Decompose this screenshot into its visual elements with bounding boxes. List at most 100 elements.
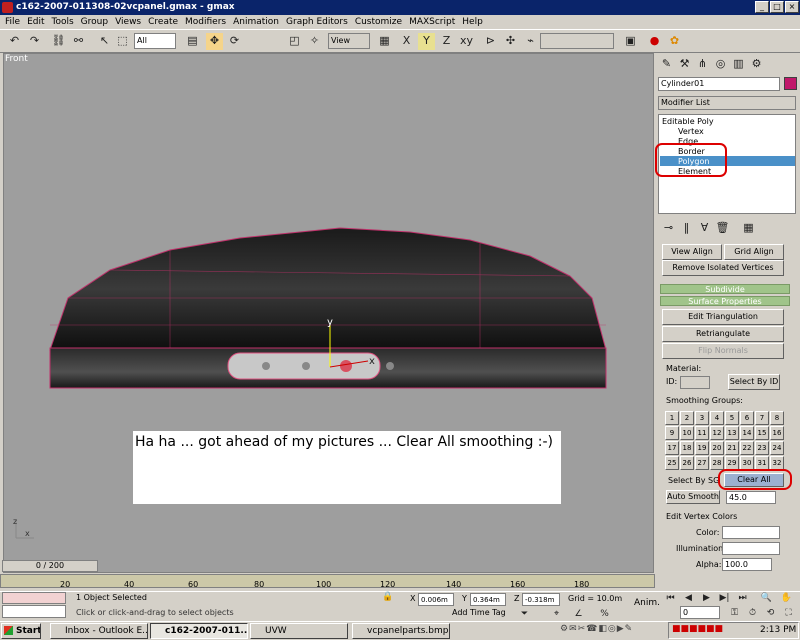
create-tab-icon[interactable]: ✎ bbox=[658, 56, 675, 73]
quick-launch-icons[interactable]: ⚙✉✂☎◧◎▶✎ bbox=[560, 624, 660, 638]
hierarchy-tab-icon[interactable]: ⋔ bbox=[694, 56, 711, 73]
subdivide-rollout[interactable]: Subdivide bbox=[660, 284, 790, 294]
rotate-icon[interactable]: ⟳ bbox=[226, 33, 243, 50]
select-arrow-icon[interactable]: ↖ bbox=[96, 33, 113, 50]
x-coord-field[interactable]: 0.006m bbox=[418, 593, 454, 606]
minimize-button[interactable]: _ bbox=[755, 1, 769, 13]
time-config-icon[interactable]: ⏱ bbox=[744, 605, 761, 618]
remove-modifier-icon[interactable]: 🗑 bbox=[714, 220, 731, 237]
menu-file[interactable]: File bbox=[2, 15, 24, 29]
z-axis-icon[interactable]: Z bbox=[438, 33, 455, 50]
sg-button-22[interactable]: 22 bbox=[740, 441, 754, 455]
select-by-id-button[interactable]: Select By ID bbox=[728, 374, 780, 390]
pin-stack-icon[interactable]: ⊸ bbox=[660, 220, 677, 237]
taskbar-item-outlook[interactable]: Inbox - Outlook E... bbox=[50, 623, 148, 639]
current-frame-field[interactable]: 0 bbox=[680, 606, 720, 619]
play-icon[interactable]: ▶ bbox=[698, 590, 715, 603]
configure-sets-icon[interactable]: ▦ bbox=[740, 220, 757, 237]
selection-filter-dropdown[interactable]: All bbox=[134, 33, 176, 49]
add-time-tag-button[interactable]: Add Time Tag bbox=[452, 608, 506, 617]
menu-graph-editors[interactable]: Graph Editors bbox=[283, 15, 352, 29]
y-axis-icon[interactable]: Y bbox=[418, 33, 435, 50]
sg-button-21[interactable]: 21 bbox=[725, 441, 739, 455]
viewport-label[interactable]: Front bbox=[5, 54, 28, 64]
move-icon[interactable]: ✥ bbox=[206, 33, 223, 50]
menu-tools[interactable]: Tools bbox=[49, 15, 78, 29]
y-coord-field[interactable]: 0.364m bbox=[470, 593, 506, 606]
pivot-icon[interactable]: ▦ bbox=[376, 33, 393, 50]
sg-button-25[interactable]: 25 bbox=[665, 456, 679, 470]
next-frame-icon[interactable]: ▶| bbox=[716, 590, 733, 603]
remove-isolated-vertices-button[interactable]: Remove Isolated Vertices bbox=[662, 260, 784, 276]
edit-triangulation-button[interactable]: Edit Triangulation bbox=[662, 309, 784, 325]
key-mode-icon[interactable]: ⚿ bbox=[726, 605, 743, 618]
illumination-color-swatch[interactable] bbox=[722, 542, 780, 555]
sg-button-28[interactable]: 28 bbox=[710, 456, 724, 470]
sg-button-16[interactable]: 16 bbox=[770, 426, 784, 440]
sg-button-8[interactable]: 8 bbox=[770, 411, 784, 425]
animate-button[interactable]: Anim. bbox=[634, 598, 660, 608]
ref-coord-dropdown[interactable]: View bbox=[328, 33, 370, 49]
sg-button-2[interactable]: 2 bbox=[680, 411, 694, 425]
lock-selection-icon[interactable]: 🔒 bbox=[382, 592, 393, 602]
sg-button-7[interactable]: 7 bbox=[755, 411, 769, 425]
z-coord-field[interactable]: -0.318m bbox=[522, 593, 560, 606]
maximize-viewport-icon[interactable]: ⛶ bbox=[780, 605, 797, 618]
x-axis-icon[interactable]: X bbox=[398, 33, 415, 50]
mirror-tool-icon[interactable]: ⊳ bbox=[482, 33, 499, 50]
vertex-color-swatch[interactable] bbox=[722, 526, 780, 539]
sg-button-17[interactable]: 17 bbox=[665, 441, 679, 455]
taskbar-item-uvw[interactable]: UVW bbox=[250, 623, 348, 639]
material-editor-icon[interactable]: ● bbox=[646, 33, 663, 50]
menu-edit[interactable]: Edit bbox=[24, 15, 48, 29]
time-tag-icon[interactable]: ⏷ bbox=[516, 606, 533, 619]
maximize-button[interactable]: □ bbox=[770, 1, 784, 13]
sg-button-20[interactable]: 20 bbox=[710, 441, 724, 455]
sg-button-9[interactable]: 9 bbox=[665, 426, 679, 440]
sg-button-30[interactable]: 30 bbox=[740, 456, 754, 470]
id-spinner[interactable] bbox=[680, 376, 710, 389]
sg-button-15[interactable]: 15 bbox=[755, 426, 769, 440]
link-icon[interactable]: ⛓ bbox=[50, 33, 67, 50]
align-icon[interactable]: ✣ bbox=[502, 33, 519, 50]
display-tab-icon[interactable]: ▥ bbox=[730, 56, 747, 73]
menu-help[interactable]: Help bbox=[459, 15, 487, 29]
sg-button-13[interactable]: 13 bbox=[725, 426, 739, 440]
stack-item-editable-poly[interactable]: Editable Poly bbox=[662, 117, 714, 126]
menu-views[interactable]: Views bbox=[112, 15, 145, 29]
sg-button-31[interactable]: 31 bbox=[755, 456, 769, 470]
orbit-icon[interactable]: ⟲ bbox=[762, 605, 779, 618]
auto-smooth-spinner[interactable]: 45.0 bbox=[726, 491, 776, 504]
select-by-sg-label[interactable]: Select By SG bbox=[668, 476, 719, 485]
object-color-swatch[interactable] bbox=[784, 77, 797, 90]
go-to-end-icon[interactable]: ⏭ bbox=[734, 590, 751, 603]
go-to-start-icon[interactable]: ⏮ bbox=[662, 590, 679, 603]
render-icon[interactable]: ✿ bbox=[666, 33, 683, 50]
maxscript-listener-white[interactable] bbox=[2, 605, 66, 618]
percent-snap-icon[interactable]: % bbox=[596, 606, 613, 619]
modify-tab-icon[interactable]: ⚒ bbox=[676, 56, 693, 73]
utilities-tab-icon[interactable]: ⚙ bbox=[748, 56, 765, 73]
spacing-icon[interactable]: ⌁ bbox=[522, 33, 539, 50]
menu-modifiers[interactable]: Modifiers bbox=[182, 15, 230, 29]
sg-button-24[interactable]: 24 bbox=[770, 441, 784, 455]
zoom-icon[interactable]: 🔍 bbox=[758, 590, 775, 603]
mirror-icon[interactable]: ✧ bbox=[306, 33, 323, 50]
view-align-button[interactable]: View Align bbox=[662, 244, 722, 260]
flip-normals-button[interactable]: Flip Normals bbox=[662, 343, 784, 359]
maxscript-listener-pink[interactable] bbox=[2, 592, 66, 604]
taskbar-item-gmax[interactable]: c162-2007-011... bbox=[150, 623, 248, 639]
sg-button-29[interactable]: 29 bbox=[725, 456, 739, 470]
retriangulate-button[interactable]: Retriangulate bbox=[662, 326, 784, 342]
motion-tab-icon[interactable]: ◎ bbox=[712, 56, 729, 73]
xy-axis-icon[interactable]: xy bbox=[458, 33, 475, 50]
show-end-result-icon[interactable]: ‖ bbox=[678, 220, 695, 237]
tray-icons[interactable]: ■■■■■■ bbox=[672, 624, 723, 634]
snap-icon[interactable]: ⌖ bbox=[548, 606, 565, 619]
undo-icon[interactable]: ↶ bbox=[6, 33, 23, 50]
sg-button-19[interactable]: 19 bbox=[695, 441, 709, 455]
sg-button-26[interactable]: 26 bbox=[680, 456, 694, 470]
schematic-icon[interactable]: ▣ bbox=[622, 33, 639, 50]
close-button[interactable]: × bbox=[785, 1, 799, 13]
grid-align-button[interactable]: Grid Align bbox=[724, 244, 784, 260]
